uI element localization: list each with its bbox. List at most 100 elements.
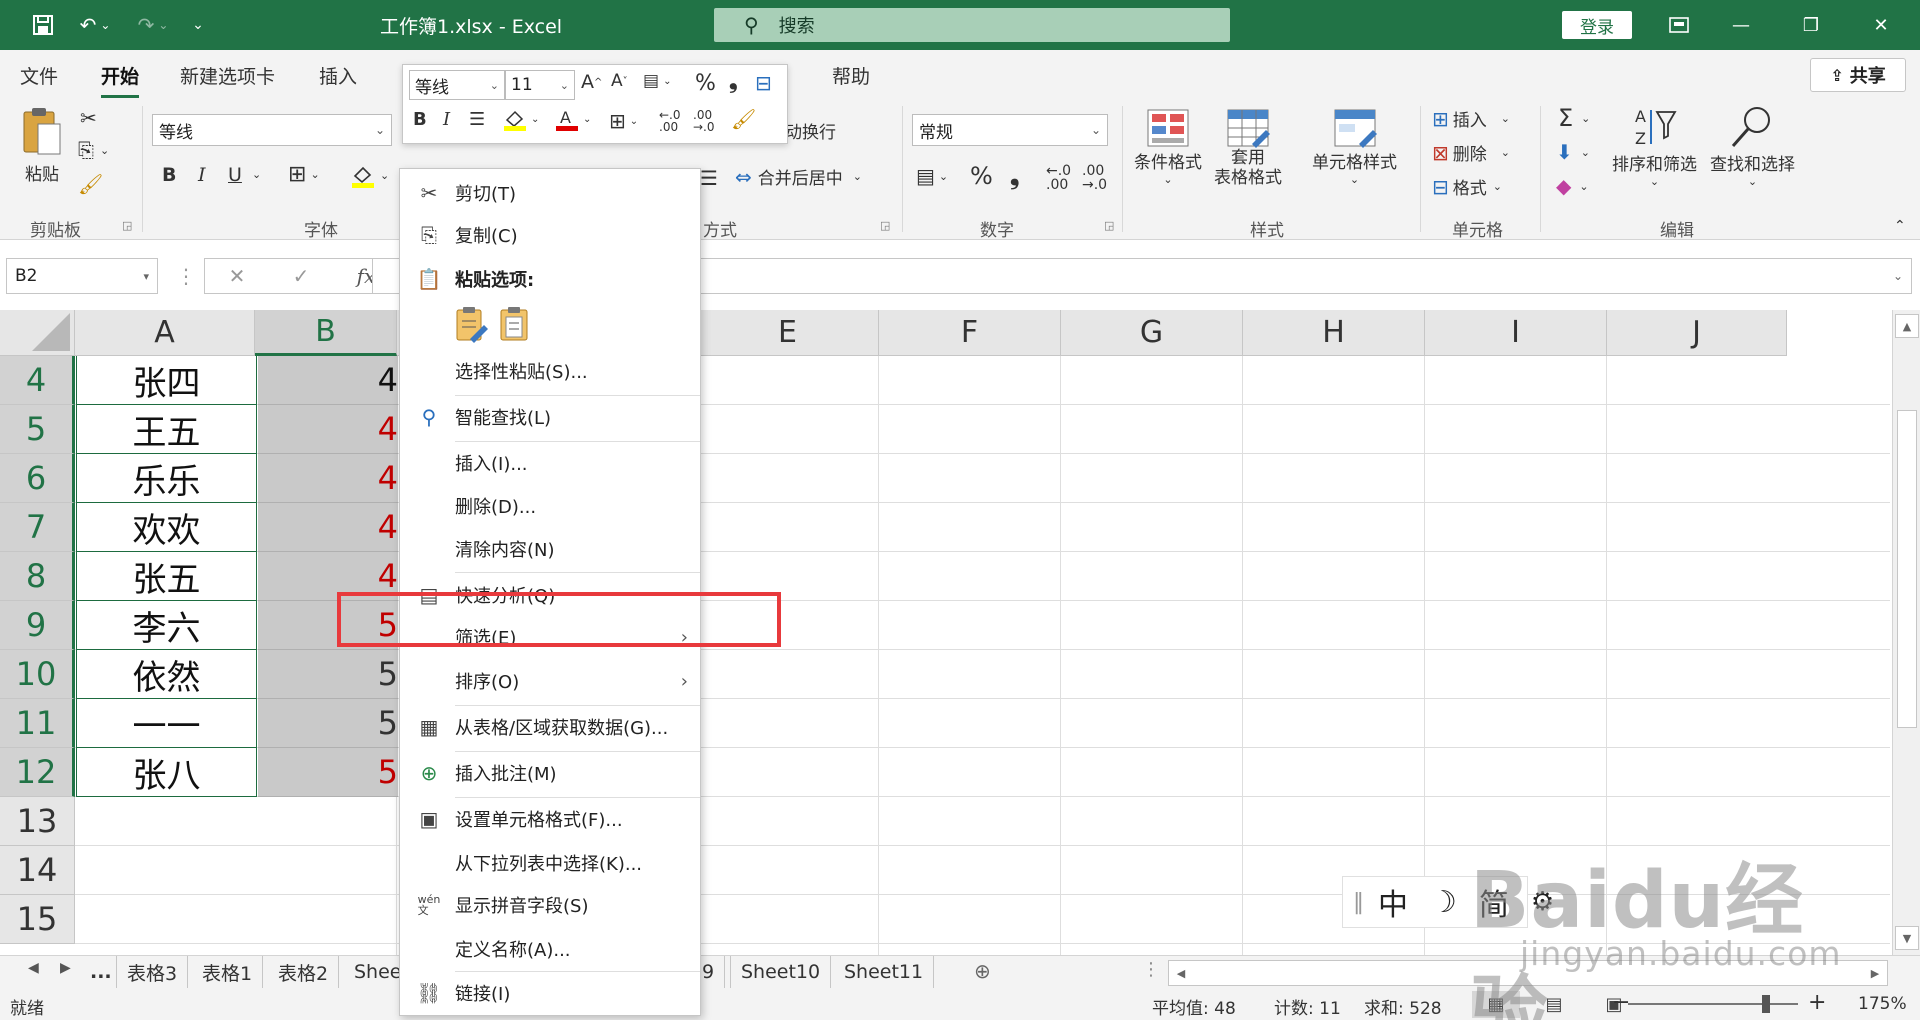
row-header[interactable]: 15 bbox=[0, 895, 75, 944]
row-header[interactable]: 5 bbox=[0, 405, 75, 454]
restore-icon[interactable]: ❐ bbox=[1786, 10, 1836, 40]
prev-sheet-icon[interactable]: ◀ bbox=[28, 960, 39, 976]
cell-styles-button[interactable]: 单元格样式 ⌄ bbox=[1312, 108, 1397, 186]
login-button[interactable]: 登录 bbox=[1562, 11, 1632, 39]
mini-merge-icon[interactable]: ⊟ bbox=[755, 71, 772, 95]
row-header[interactable]: 9 bbox=[0, 601, 75, 650]
row-header[interactable]: 4 bbox=[0, 356, 75, 405]
wrap-text-label[interactable]: 动换行 bbox=[785, 118, 836, 143]
row-header[interactable]: 11 bbox=[0, 699, 75, 748]
close-icon[interactable]: ✕ bbox=[1856, 10, 1906, 40]
cell-name[interactable]: 王五 bbox=[76, 405, 257, 454]
search-box[interactable]: ⚲ 搜索 bbox=[714, 8, 1230, 42]
mini-align-center-icon[interactable]: ☰ bbox=[469, 109, 485, 130]
column-header[interactable]: H bbox=[1243, 310, 1425, 356]
row-header[interactable]: 14 bbox=[0, 846, 75, 895]
cell-value[interactable]: 5 bbox=[258, 650, 398, 699]
ime-chinese-mode[interactable]: 中 bbox=[1378, 880, 1408, 924]
mini-increase-decimal-icon[interactable]: ←.0.00 bbox=[659, 109, 681, 133]
cell-name[interactable]: 张八 bbox=[76, 748, 257, 797]
sheet-tab[interactable]: Sheet10 bbox=[730, 956, 832, 988]
row-header[interactable]: 6 bbox=[0, 454, 75, 503]
scroll-up-icon[interactable]: ▲ bbox=[1895, 314, 1919, 338]
paste-values-icon[interactable] bbox=[498, 305, 532, 343]
redo-icon[interactable]: ↷ ⌄ bbox=[128, 10, 178, 40]
border-icon[interactable]: ⊞ ⌄ bbox=[288, 162, 320, 187]
number-launcher-icon[interactable]: ◲ bbox=[1104, 219, 1114, 232]
paste-button[interactable]: 粘贴 bbox=[20, 104, 64, 185]
sheet-tab[interactable]: Sheet11 bbox=[834, 956, 935, 988]
column-header[interactable]: F bbox=[879, 310, 1061, 356]
mini-italic-button[interactable]: I bbox=[443, 109, 450, 130]
share-button[interactable]: ⇪ 共享 bbox=[1810, 58, 1906, 92]
sheet-tab[interactable]: 表格1 bbox=[192, 956, 264, 988]
tab-file[interactable]: 文件 bbox=[20, 62, 58, 89]
delete-cells-button[interactable]: ⊠ 删除 ⌄ bbox=[1432, 140, 1510, 166]
select-all-button[interactable] bbox=[0, 310, 75, 356]
paste-formatting-icon[interactable] bbox=[454, 305, 488, 343]
mini-comma-icon[interactable]: ❟ bbox=[729, 69, 738, 94]
sort-filter-button[interactable]: AZ 排序和筛选 ⌄ bbox=[1612, 104, 1697, 188]
conditional-format-button[interactable]: 条件格式 ⌄ bbox=[1134, 108, 1202, 186]
cell-name[interactable]: 李六 bbox=[76, 601, 257, 650]
add-sheet-icon[interactable]: ⊕ bbox=[974, 959, 991, 983]
menu-item-copy[interactable]: ⎘ 复制(C) bbox=[400, 215, 700, 255]
menu-item-insert[interactable]: 插入(I)... bbox=[400, 443, 700, 483]
cell-name[interactable]: 一一 bbox=[76, 699, 257, 748]
vertical-scroll-thumb[interactable] bbox=[1897, 410, 1917, 728]
tab-home[interactable]: 开始 bbox=[101, 62, 140, 98]
cell-value[interactable]: 4 bbox=[258, 356, 398, 405]
copy-icon[interactable]: ⎘ ⌄ bbox=[78, 138, 109, 162]
scroll-right-icon[interactable]: ▶ bbox=[1863, 961, 1887, 985]
name-box-dropdown-icon[interactable]: ▾ bbox=[143, 270, 149, 283]
shrink-font-icon[interactable]: A ˅ bbox=[611, 71, 628, 91]
cell-value[interactable]: 5 bbox=[258, 748, 398, 797]
menu-item-format-cells[interactable]: ▣ 设置单元格格式(F)... bbox=[400, 799, 700, 839]
format-cells-button[interactable]: ⊟ 格式 ⌄ bbox=[1432, 174, 1502, 200]
row-header[interactable]: 8 bbox=[0, 552, 75, 601]
scroll-down-icon[interactable]: ▼ bbox=[1895, 926, 1919, 950]
grow-font-icon[interactable]: A ^ bbox=[581, 71, 602, 93]
vertical-scrollbar[interactable]: ▲ ▼ bbox=[1892, 310, 1920, 955]
name-box[interactable]: B2 ▾ bbox=[6, 258, 158, 294]
undo-icon[interactable]: ↶ ⌄ bbox=[70, 10, 120, 40]
mini-font-size-combo[interactable]: 11 ⌄ bbox=[505, 70, 575, 100]
tab-split-icon[interactable]: ⋮ bbox=[1142, 959, 1160, 980]
format-as-table-button[interactable]: 套用 表格格式 bbox=[1214, 108, 1282, 189]
menu-item-delete[interactable]: 删除(D)... bbox=[400, 486, 700, 526]
cell-name[interactable]: 张五 bbox=[76, 552, 257, 601]
comma-button[interactable]: ❟ bbox=[1010, 162, 1019, 190]
cell-value[interactable]: 4 bbox=[258, 405, 398, 454]
cell-value[interactable]: 4 bbox=[258, 503, 398, 552]
ime-moon-icon[interactable]: ☽ bbox=[1430, 885, 1457, 920]
find-select-button[interactable]: 查找和选择 ⌄ bbox=[1710, 104, 1795, 188]
mini-fill-color-icon[interactable]: ⌄ bbox=[503, 107, 539, 131]
cell-name[interactable]: 乐乐 bbox=[76, 454, 257, 503]
insert-cells-button[interactable]: ⊞ 插入 ⌄ bbox=[1432, 106, 1510, 132]
tab-new[interactable]: 新建选项卡 bbox=[180, 62, 275, 89]
mini-bold-button[interactable]: B bbox=[413, 109, 427, 130]
column-header[interactable]: G bbox=[1061, 310, 1243, 356]
autosum-icon[interactable]: Σ ⌄ bbox=[1558, 104, 1590, 132]
cut-icon[interactable]: ✂ bbox=[80, 106, 97, 130]
cell-value[interactable]: 4 bbox=[258, 454, 398, 503]
mini-font-color-icon[interactable]: A ⌄ bbox=[555, 107, 591, 131]
cell-value[interactable]: 5 bbox=[258, 699, 398, 748]
mini-borders-icon[interactable]: ⊞ ⌄ bbox=[609, 109, 638, 133]
row-header[interactable]: 12 bbox=[0, 748, 75, 797]
alignment-launcher-icon[interactable]: ◲ bbox=[880, 219, 890, 232]
menu-item-pick-from-list[interactable]: 从下拉列表中选择(K)... bbox=[400, 843, 700, 883]
align-icon[interactable]: ☰ bbox=[700, 166, 718, 190]
cell-name[interactable]: 欢欢 bbox=[76, 503, 257, 552]
format-painter-icon[interactable]: 🖌 bbox=[78, 172, 103, 196]
mini-format-painter-icon[interactable]: 🖌 bbox=[731, 107, 756, 131]
column-header[interactable]: E bbox=[697, 310, 879, 356]
sheet-tab[interactable]: 表格2 bbox=[268, 956, 340, 988]
clear-icon[interactable]: ◆ ⌄ bbox=[1556, 174, 1589, 198]
accounting-format-icon[interactable]: ▤ ⌄ bbox=[916, 164, 948, 188]
decrease-decimal-icon[interactable]: .00 →.0 bbox=[1082, 164, 1107, 192]
mini-number-format-icon[interactable]: ▤ ⌄ bbox=[643, 71, 671, 91]
menu-item-smart-lookup[interactable]: ⚲ 智能查找(L) bbox=[400, 397, 700, 437]
column-header[interactable]: A bbox=[75, 310, 255, 356]
fill-icon[interactable]: ⬇ ⌄ bbox=[1556, 140, 1590, 164]
